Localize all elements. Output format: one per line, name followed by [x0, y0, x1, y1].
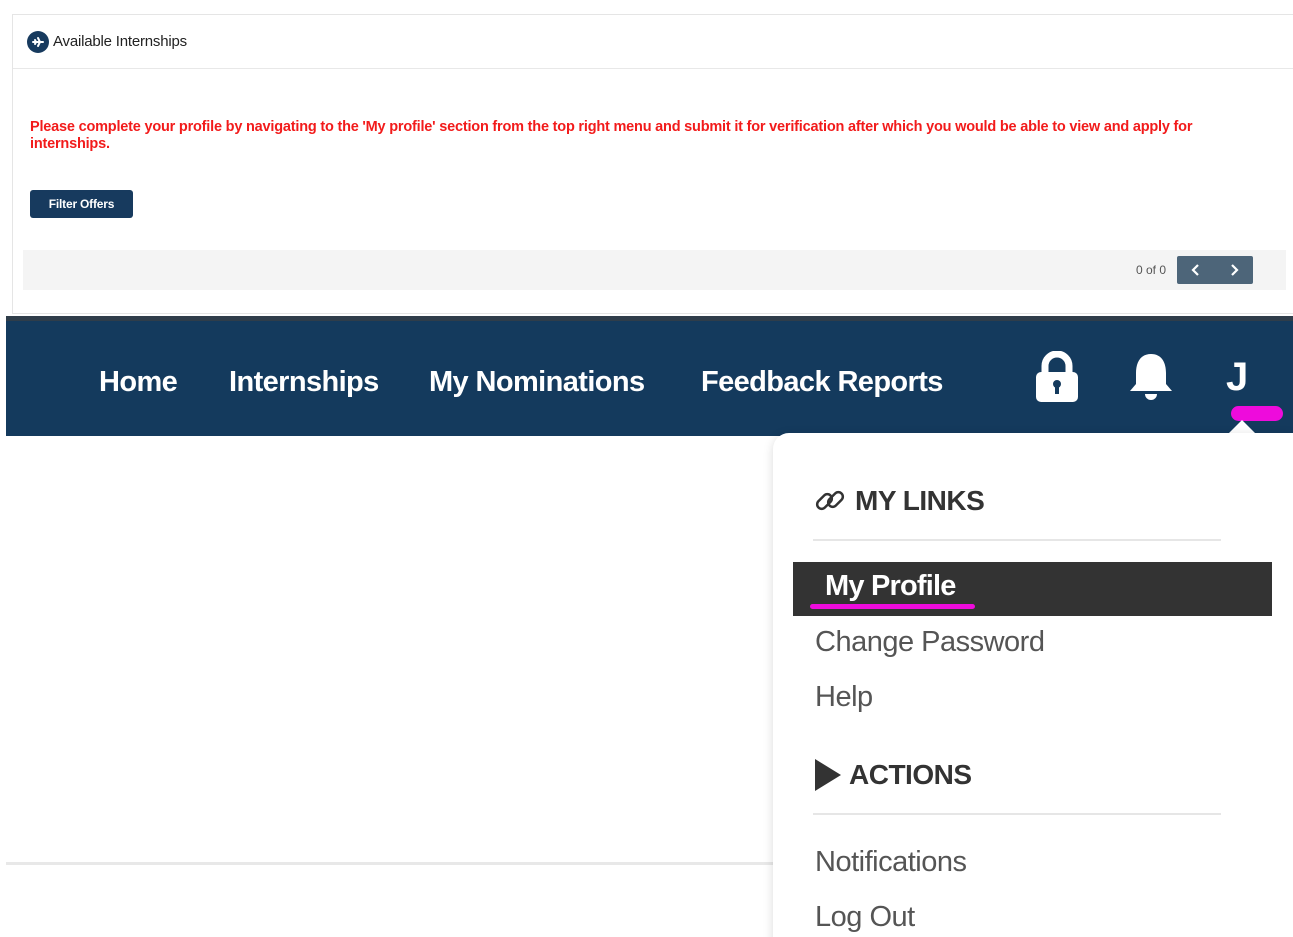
- my-profile-label: My Profile: [825, 570, 956, 602]
- previous-page-button[interactable]: [1177, 256, 1215, 284]
- chevron-left-icon: [1191, 264, 1199, 276]
- lock-icon[interactable]: [1033, 351, 1081, 403]
- filter-offers-button[interactable]: Filter Offers: [30, 190, 133, 218]
- my-links-heading: MY LINKS: [813, 483, 985, 519]
- pagination-bar: 0 of 0: [23, 250, 1286, 290]
- card-header: Available Internships: [13, 15, 1293, 69]
- my-links-label: MY LINKS: [855, 485, 985, 516]
- menu-item-my-profile[interactable]: My Profile: [793, 562, 1272, 616]
- menu-item-log-out[interactable]: Log Out: [815, 901, 915, 934]
- next-page-button[interactable]: [1215, 256, 1253, 284]
- menu-item-help[interactable]: Help: [815, 681, 873, 714]
- menu-item-change-password[interactable]: Change Password: [815, 626, 1045, 659]
- menu-item-notifications[interactable]: Notifications: [815, 846, 967, 879]
- actions-label: ACTIONS: [849, 759, 972, 790]
- internships-card: Available Internships Please complete yo…: [12, 14, 1293, 314]
- page: Available Internships Please complete yo…: [0, 0, 1293, 937]
- pagination-controls: [1177, 256, 1253, 284]
- actions-separator: [813, 813, 1221, 815]
- highlight-underline: [810, 604, 975, 609]
- pagination-count: 0 of 0: [1135, 263, 1166, 277]
- content-divider: [6, 862, 773, 865]
- main-navbar: Home Internships My Nominations Feedback…: [6, 321, 1293, 436]
- bell-icon[interactable]: [1127, 351, 1175, 403]
- user-dropdown-menu: MY LINKS My Profile Change Password Help…: [773, 433, 1293, 937]
- profile-warning-message: Please complete your profile by navigati…: [30, 119, 1193, 152]
- links-separator: [813, 539, 1221, 541]
- nav-item-home[interactable]: Home: [99, 366, 178, 399]
- nav-item-feedback-reports[interactable]: Feedback Reports: [701, 366, 943, 399]
- link-icon: [815, 490, 845, 511]
- user-avatar-initial[interactable]: J: [1226, 355, 1248, 400]
- nav-item-internships[interactable]: Internships: [229, 366, 379, 399]
- play-icon: [815, 759, 841, 791]
- nav-item-my-nominations[interactable]: My Nominations: [429, 366, 645, 399]
- actions-heading: ACTIONS: [813, 758, 972, 792]
- plane-circle-icon: [27, 30, 49, 53]
- card-title: Available Internships: [53, 33, 187, 50]
- highlight-marker: [1231, 406, 1283, 421]
- chevron-right-icon: [1231, 264, 1239, 276]
